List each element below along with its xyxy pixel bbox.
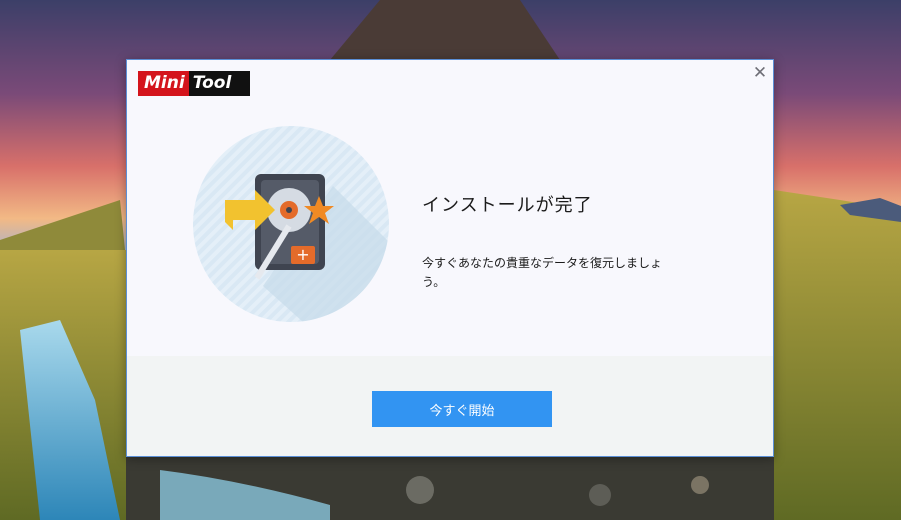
logo-mini-text: Mini bbox=[138, 71, 189, 96]
svg-text:+: + bbox=[296, 245, 309, 264]
dialog-description: 今すぐあなたの貴重なデータを復元しましょう。 bbox=[422, 256, 663, 289]
logo-tool-text: Tool bbox=[188, 71, 250, 96]
dialog-title: インストールが完了 bbox=[422, 195, 593, 216]
start-now-button[interactable]: 今すぐ開始 bbox=[372, 391, 552, 427]
close-icon: ✕ bbox=[752, 63, 768, 83]
data-recovery-illustration: + bbox=[193, 126, 389, 322]
dialog-footer: 今すぐ開始 bbox=[127, 356, 773, 456]
minitool-logo: Mini Tool bbox=[138, 71, 250, 96]
install-complete-dialog: Mini Tool ✕ + インストールが完了 今すぐあなたの貴重なデータを復元… bbox=[126, 59, 774, 457]
close-button[interactable]: ✕ bbox=[750, 63, 770, 83]
